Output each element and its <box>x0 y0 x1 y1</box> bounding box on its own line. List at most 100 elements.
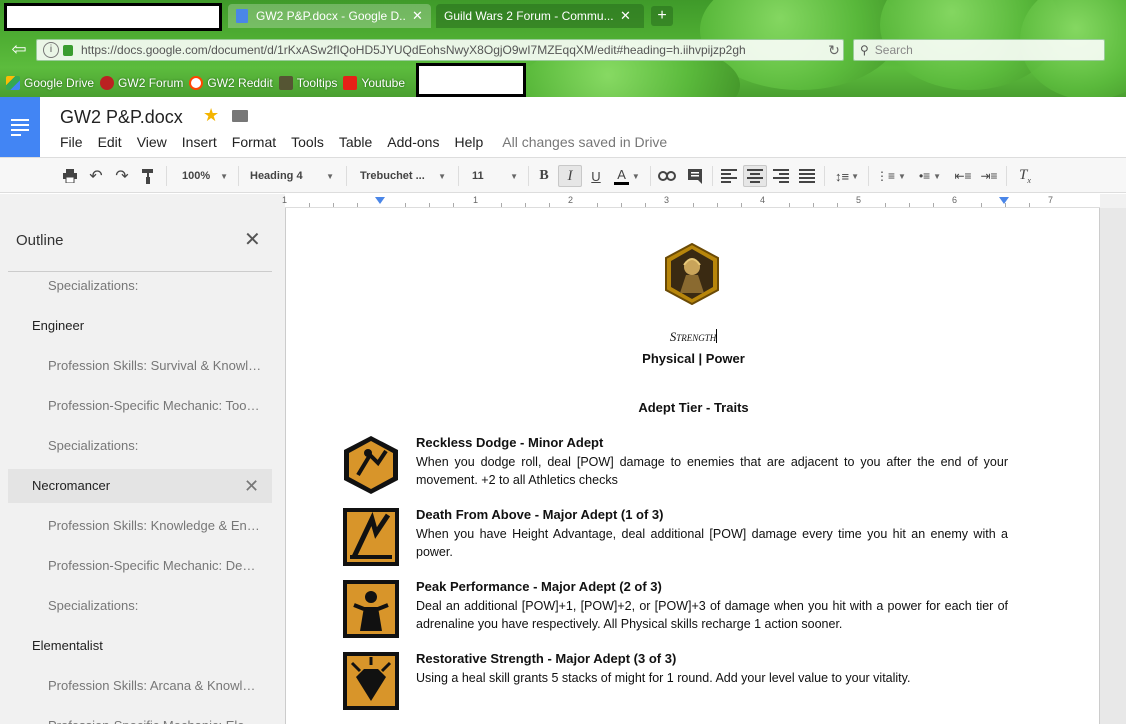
tab-title: Guild Wars 2 Forum - Commu... <box>444 9 614 23</box>
bookmark-google-drive[interactable]: Google Drive <box>6 76 94 90</box>
outline-item[interactable]: Profession Skills: Arcana & Knowledge <box>48 669 262 703</box>
ruler-number: 4 <box>760 195 766 205</box>
ruler-number: 6 <box>952 195 958 205</box>
document-page[interactable]: Strength Physical | Power Adept Tier - T… <box>285 208 1100 724</box>
menu-table[interactable]: Table <box>339 134 372 150</box>
align-center-icon <box>747 169 763 183</box>
formatting-toolbar: ↶ ↷ 100% ▼ Heading 4 ▼ Trebuchet ... ▼ 11 ▼ … <box>0 157 1126 193</box>
style-select[interactable]: Heading 4 ▼ <box>244 165 338 187</box>
redo-button[interactable]: ↷ <box>112 165 132 187</box>
decrease-indent-button[interactable]: ⇤≡ <box>952 165 974 187</box>
address-bar[interactable]: i https://docs.google.com/document/d/1rK… <box>36 39 844 61</box>
docs-home-icon[interactable] <box>0 97 40 157</box>
strength-specialization-icon <box>665 243 719 305</box>
back-arrow-icon[interactable]: ⇦ <box>4 38 34 62</box>
outline-item[interactable]: Profession Skills: Survival & Knowledge <box>48 349 262 383</box>
left-indent-marker-icon[interactable] <box>375 197 385 204</box>
ruler-number: 2 <box>568 195 574 205</box>
trait-description: When you dodge roll, deal [POW] damage t… <box>416 455 1008 487</box>
italic-button[interactable]: I <box>558 165 582 187</box>
line-spacing-button[interactable]: ↕≡ ▼ <box>830 165 864 187</box>
toolbar-separator <box>824 166 825 186</box>
outline-item[interactable]: Specializations: <box>48 269 262 303</box>
info-icon[interactable]: i <box>43 42 59 58</box>
tab-gw2-forum[interactable]: Guild Wars 2 Forum - Commu... ✕ <box>436 4 644 28</box>
bulleted-list-button[interactable]: •≡ ▼ <box>912 165 948 187</box>
gw2-icon <box>100 76 115 90</box>
numbered-list-button[interactable]: ⋮≡ ▼ <box>874 165 908 187</box>
align-right-button[interactable] <box>770 165 792 187</box>
insert-link-button[interactable] <box>656 165 678 187</box>
bold-button[interactable]: B <box>534 165 554 187</box>
justify-button[interactable] <box>796 165 818 187</box>
star-icon[interactable]: ★ <box>203 105 219 126</box>
menu-addons[interactable]: Add-ons <box>387 134 439 150</box>
insert-comment-button[interactable] <box>684 165 706 187</box>
bookmark-gw2-forum[interactable]: GW2 Forum <box>100 76 183 90</box>
section-title-text: Strength <box>669 329 717 344</box>
paint-format-button[interactable] <box>138 165 158 187</box>
menu-file[interactable]: File <box>60 134 83 150</box>
document-title[interactable]: GW2 P&P.docx <box>60 107 183 128</box>
toolbar-separator <box>650 166 651 186</box>
text-color-button[interactable]: A ▼ <box>610 165 644 187</box>
menu-help[interactable]: Help <box>454 134 483 150</box>
outline-item-necromancer[interactable]: Necromancer <box>32 469 252 503</box>
ruler[interactable]: 1 1 2 3 4 5 6 7 <box>282 194 1100 208</box>
zoom-value: 100% <box>182 170 211 182</box>
undo-icon: ↶ <box>89 168 103 185</box>
zoom-select[interactable]: 100% ▼ <box>176 165 232 187</box>
increase-indent-button[interactable]: ⇥≡ <box>978 165 1000 187</box>
url-text: https://docs.google.com/document/d/1rKxA… <box>81 43 746 57</box>
youtube-icon <box>343 76 358 90</box>
right-indent-marker-icon[interactable] <box>999 197 1009 204</box>
outline-item[interactable]: Profession-Specific Mechanic: Toolbelt <box>48 389 262 423</box>
comment-icon <box>688 169 702 184</box>
reload-icon[interactable]: ↻ <box>825 42 843 59</box>
outline-item-engineer[interactable]: Engineer <box>32 309 252 343</box>
tab-close-icon[interactable]: ✕ <box>620 8 631 24</box>
new-tab-button[interactable]: + <box>651 6 673 26</box>
font-select[interactable]: Trebuchet ... ▼ <box>354 165 450 187</box>
remove-heading-icon[interactable]: ✕ <box>244 476 259 496</box>
underline-button[interactable]: U <box>586 165 606 187</box>
menu-view[interactable]: View <box>137 134 167 150</box>
style-value: Heading 4 <box>250 170 303 182</box>
undo-button[interactable]: ↶ <box>86 165 106 187</box>
font-size-select[interactable]: 11 ▼ <box>466 165 522 187</box>
align-center-button[interactable] <box>743 165 767 187</box>
bookmark-label: GW2 Forum <box>118 76 184 90</box>
ruler-gutter <box>0 194 285 208</box>
outline-item[interactable]: Profession-Specific Mechanic: Elements <box>48 709 262 724</box>
tab-close-icon[interactable]: ✕ <box>412 8 423 24</box>
dropdown-arrow-icon: ▼ <box>933 171 942 181</box>
docs-header: GW2 P&P.docx ★ File Edit View Insert For… <box>0 97 1126 157</box>
outline-item-elementalist[interactable]: Elementalist <box>32 629 252 663</box>
bulleted-list-icon: •≡ <box>918 169 931 183</box>
align-left-icon <box>721 169 737 183</box>
toolbar-separator <box>238 166 239 186</box>
menu-insert[interactable]: Insert <box>182 134 217 150</box>
outline-item[interactable]: Specializations: <box>48 589 262 623</box>
align-left-button[interactable] <box>718 165 740 187</box>
tab-google-docs[interactable]: GW2 P&P.docx - Google D... ✕ <box>228 4 431 28</box>
navigation-bar: ⇦ i https://docs.google.com/document/d/1… <box>0 38 1126 62</box>
bookmark-tooltips[interactable]: Tooltips <box>278 76 337 90</box>
bookmark-gw2-reddit[interactable]: GW2 Reddit <box>189 76 273 90</box>
close-icon[interactable]: ✕ <box>244 230 261 250</box>
outline-item[interactable]: Profession-Specific Mechanic: Death Shro… <box>48 549 262 583</box>
folder-icon[interactable] <box>232 110 248 122</box>
line-spacing-icon: ↕≡ <box>834 168 850 184</box>
search-input[interactable]: ⚲ Search <box>853 39 1105 61</box>
menu-tools[interactable]: Tools <box>291 134 324 150</box>
clear-formatting-button[interactable]: Tx <box>1014 165 1036 187</box>
outline-item[interactable]: Specializations: <box>48 429 262 463</box>
menu-format[interactable]: Format <box>232 134 276 150</box>
align-right-icon <box>773 169 789 183</box>
menu-edit[interactable]: Edit <box>98 134 122 150</box>
toolbar-separator <box>458 166 459 186</box>
outline-panel: Outline ✕ Specializations: Engineer Prof… <box>0 208 285 724</box>
bookmark-youtube[interactable]: Youtube <box>343 76 405 90</box>
outline-item[interactable]: Profession Skills: Knowledge & Endurance <box>48 509 262 543</box>
print-button[interactable] <box>60 165 80 187</box>
